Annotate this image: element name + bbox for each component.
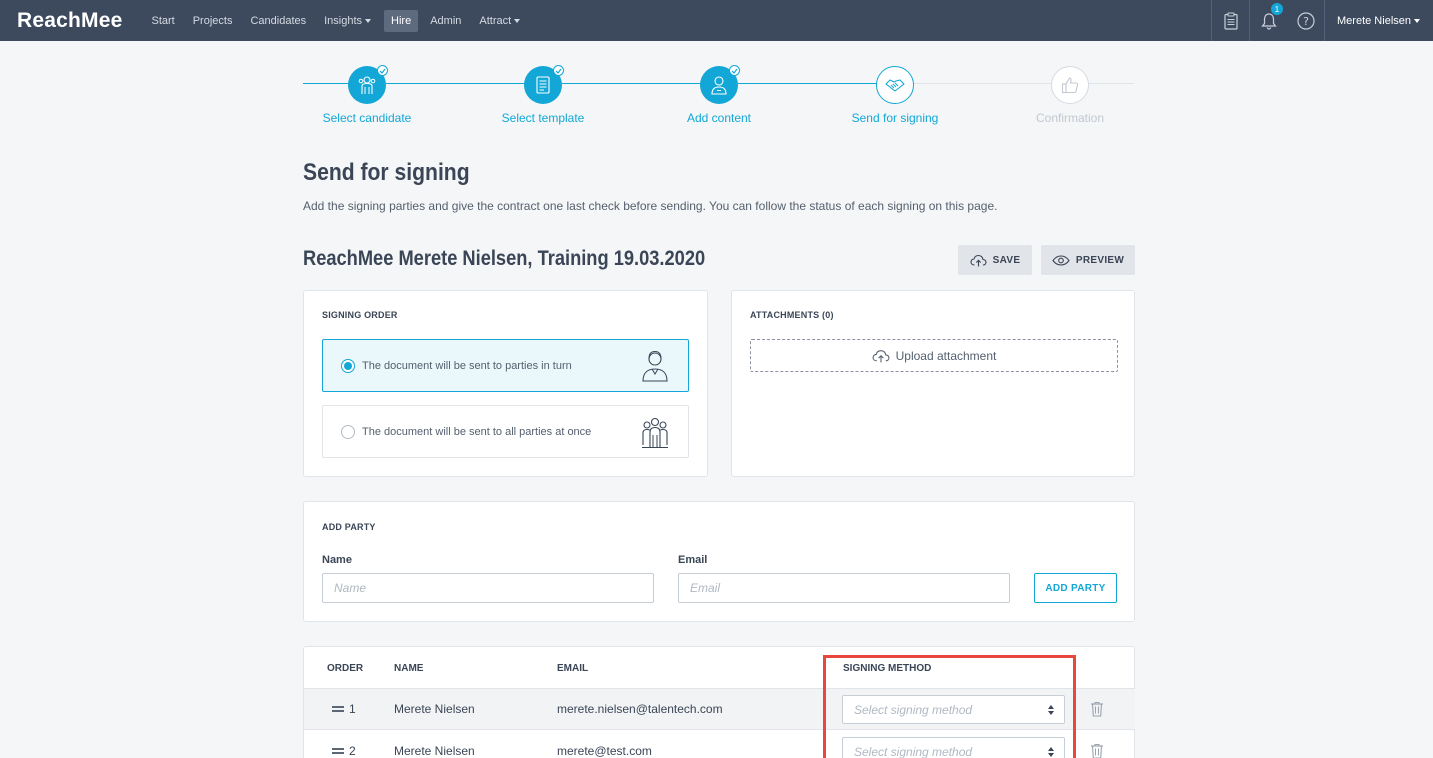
nav-item-label: Attract <box>479 14 512 27</box>
option-label: The document will be sent to all parties… <box>362 425 592 438</box>
step-label: Confirmation <box>1035 111 1105 125</box>
row-name: Merete Nielsen <box>394 744 475 758</box>
row-order: 1 <box>349 702 356 716</box>
radio-at-once[interactable] <box>341 424 355 439</box>
step-label: Send for signing <box>851 111 939 125</box>
column-header-order: ORDER <box>327 663 364 674</box>
step-select-template[interactable]: Select template <box>473 65 613 125</box>
step-circle <box>524 65 564 104</box>
notification-bell-icon[interactable]: 1 <box>1250 0 1287 41</box>
cloud-upload-icon <box>872 349 890 362</box>
document-icon <box>536 76 550 94</box>
attachments-card: ATTACHMENTS (0) Upload attachment <box>731 290 1135 477</box>
signing-order-card: SIGNING ORDER The document will be sent … <box>303 290 708 477</box>
eye-icon <box>1052 254 1070 266</box>
help-icon[interactable]: ? <box>1287 0 1324 41</box>
drag-handle-icon[interactable] <box>332 706 344 714</box>
name-input[interactable]: Name <box>322 573 654 603</box>
single-person-icon <box>642 350 668 382</box>
email-label: Email <box>678 554 708 566</box>
nav-item-insights[interactable]: Insights <box>315 10 380 32</box>
notification-badge: 1 <box>1271 3 1284 15</box>
page-description: Add the signing parties and give the con… <box>303 199 998 213</box>
upload-label: Upload attachment <box>895 348 997 363</box>
add-party-card: ADD PARTY Name Name Email Email ADD PART… <box>303 501 1135 622</box>
save-label: SAVE <box>992 254 1021 266</box>
nav-item-hire[interactable]: Hire <box>384 9 419 32</box>
cloud-upload-icon <box>970 254 987 266</box>
step-circle <box>876 66 914 104</box>
caret-down-icon <box>365 18 372 23</box>
nav-item-candidates[interactable]: Candidates <box>241 10 315 32</box>
name-label: Name <box>322 554 352 566</box>
column-header-email: EMAIL <box>557 663 589 674</box>
name-placeholder: Name <box>334 581 367 595</box>
signing-order-title: SIGNING ORDER <box>322 310 398 320</box>
row-email: merete.nielsen@talentech.com <box>557 702 723 716</box>
nav-item-projects[interactable]: Projects <box>184 10 242 32</box>
step-select-candidate[interactable]: Select candidate <box>297 65 437 125</box>
step-label: Select template <box>501 111 585 125</box>
preview-label: PREVIEW <box>1075 254 1125 266</box>
candidate-group-icon <box>358 76 376 94</box>
signing-method-highlight-box <box>823 655 1076 758</box>
nav-item-attract[interactable]: Attract <box>470 10 529 32</box>
step-label: Add content <box>686 111 752 125</box>
step-circle <box>348 65 388 104</box>
caret-down-icon <box>514 18 521 23</box>
check-icon <box>553 65 564 76</box>
add-party-button[interactable]: ADD PARTY <box>1034 573 1117 603</box>
person-edit-icon <box>711 76 727 95</box>
nav-item-label: Hire <box>391 14 412 27</box>
row-email: merete@test.com <box>557 744 652 758</box>
step-confirmation: Confirmation <box>1000 66 1140 125</box>
user-menu[interactable]: Merete Nielsen <box>1325 15 1433 27</box>
step-send-for-signing[interactable]: Send for signing <box>825 66 965 125</box>
step-circle <box>700 65 740 104</box>
progress-stepper: Select candidate Select template Add con… <box>303 64 1134 125</box>
nav-item-label: Projects <box>192 14 233 27</box>
step-add-content[interactable]: Add content <box>649 65 789 125</box>
handshake-icon <box>885 79 905 92</box>
group-people-icon <box>642 417 668 448</box>
nav-item-label: Insights <box>324 14 363 27</box>
check-icon <box>729 65 740 76</box>
option-label: The document will be sent to parties in … <box>362 359 572 372</box>
step-circle <box>1051 66 1089 104</box>
trash-icon[interactable] <box>1090 701 1104 717</box>
page-title: Send for signing <box>303 159 470 186</box>
svg-text:?: ? <box>1303 15 1309 28</box>
thumbs-up-icon <box>1061 77 1079 94</box>
row-order: 2 <box>349 744 356 758</box>
nav-item-admin[interactable]: Admin <box>421 10 470 32</box>
clipboard-icon[interactable] <box>1212 0 1249 41</box>
document-title: ReachMee Merete Nielsen, Training 19.03.… <box>303 247 706 270</box>
check-icon <box>377 65 388 76</box>
add-party-title: ADD PARTY <box>322 522 376 532</box>
save-button[interactable]: SAVE <box>958 245 1032 275</box>
column-header-name: NAME <box>394 663 424 674</box>
nav-right-tools: 1 ? Merete Nielsen <box>1211 0 1433 41</box>
nav-item-label: Start <box>151 14 175 27</box>
user-name: Merete Nielsen <box>1337 14 1411 27</box>
drag-handle-icon[interactable] <box>332 748 344 756</box>
trash-icon[interactable] <box>1090 743 1104 758</box>
reachmee-logo[interactable]: ReachMee <box>17 9 122 33</box>
step-label: Select candidate <box>322 111 412 125</box>
nav-item-label: Admin <box>430 14 462 27</box>
nav-item-start[interactable]: Start <box>142 10 183 32</box>
caret-down-icon <box>1414 18 1420 23</box>
radio-in-turn[interactable] <box>341 358 355 373</box>
option-send-at-once[interactable]: The document will be sent to all parties… <box>322 405 689 458</box>
preview-button[interactable]: PREVIEW <box>1041 245 1135 275</box>
email-placeholder: Email <box>690 581 721 595</box>
main-nav: Start Projects Candidates Insights Hire … <box>142 0 529 41</box>
option-send-in-turn[interactable]: The document will be sent to parties in … <box>322 339 689 392</box>
attachments-title: ATTACHMENTS (0) <box>750 310 834 320</box>
nav-item-label: Candidates <box>250 14 307 27</box>
upload-attachment-button[interactable]: Upload attachment <box>750 339 1118 372</box>
top-navigation-bar: ReachMee Start Projects Candidates Insig… <box>0 0 1433 41</box>
row-name: Merete Nielsen <box>394 702 475 716</box>
email-input[interactable]: Email <box>678 573 1010 603</box>
